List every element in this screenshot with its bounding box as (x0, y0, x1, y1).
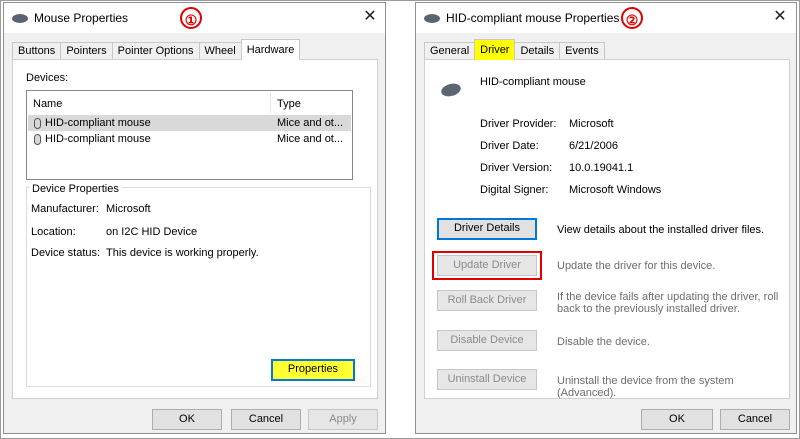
version-value: 10.0.19041.1 (569, 162, 634, 174)
title-bar: HID-compliant mouse Properties ② ✕ (416, 3, 796, 33)
update-driver-button[interactable]: Update Driver (437, 255, 537, 276)
tab-driver[interactable]: Driver (474, 39, 516, 60)
uninstall-device-description: Uninstall the device from the system (Ad… (557, 375, 734, 399)
signer-label: Digital Signer: (480, 184, 549, 196)
device-name: HID-compliant mouse (45, 133, 151, 145)
tab-wheel[interactable]: Wheel (198, 42, 242, 60)
manufacturer-label: Manufacturer: (31, 203, 99, 215)
table-row[interactable]: HID-compliant mouse Mice and ot... (28, 131, 351, 147)
tab-pointers[interactable]: Pointers (60, 42, 113, 60)
column-divider (270, 93, 271, 113)
tab-strip: General Driver Details Events (424, 39, 605, 60)
hid-mouse-properties-dialog: HID-compliant mouse Properties ② ✕ Gener… (415, 2, 797, 434)
status-value: This device is working properly. (106, 247, 259, 259)
tab-pointer-options[interactable]: Pointer Options (111, 42, 200, 60)
cancel-button[interactable]: Cancel (720, 409, 790, 430)
title-bar: Mouse Properties ① ✕ (4, 3, 385, 33)
disable-device-button[interactable]: Disable Device (437, 330, 537, 351)
driver-details-button[interactable]: Driver Details (437, 218, 537, 240)
mouse-device-icon (34, 117, 41, 129)
window-title: HID-compliant mouse Properties (446, 11, 620, 25)
cancel-button[interactable]: Cancel (231, 409, 301, 430)
roll-back-description-line1: If the device fails after updating the d… (557, 291, 779, 303)
apply-button[interactable]: Apply (308, 409, 378, 430)
update-driver-description: Update the driver for this device. (557, 260, 716, 272)
devices-list[interactable]: Name Type HID-compliant mouse Mice and o… (26, 90, 353, 180)
step-badge: ① (180, 7, 202, 29)
column-header-name[interactable]: Name (33, 98, 62, 110)
signer-value: Microsoft Windows (569, 184, 662, 196)
roll-back-driver-button[interactable]: Roll Back Driver (437, 290, 537, 311)
provider-value: Microsoft (569, 118, 614, 130)
devices-label: Devices: (26, 72, 69, 84)
location-value: on I2C HID Device (106, 226, 198, 238)
ok-button[interactable]: OK (152, 409, 222, 430)
mouse-icon (424, 14, 440, 23)
driver-panel: HID-compliant mouse Driver Provider: Mic… (424, 59, 790, 399)
tab-details[interactable]: Details (514, 42, 561, 60)
tab-general[interactable]: General (424, 42, 476, 60)
device-type: Mice and ot... (277, 133, 344, 145)
close-icon[interactable]: ✕ (362, 9, 378, 25)
mouse-icon (12, 14, 28, 23)
mouse-device-icon (34, 133, 41, 145)
date-value: 6/21/2006 (569, 140, 618, 152)
version-label: Driver Version: (480, 162, 553, 174)
provider-label: Driver Provider: (480, 118, 557, 130)
location-label: Location: (31, 226, 76, 238)
uninstall-device-button[interactable]: Uninstall Device (437, 369, 537, 390)
device-name: HID-compliant mouse (45, 117, 151, 129)
device-type: Mice and ot... (277, 117, 344, 129)
roll-back-description-line2: back to the previously installed driver. (557, 303, 740, 315)
column-header-type[interactable]: Type (277, 98, 301, 110)
group-heading: Device Properties (29, 183, 122, 195)
device-properties-group: Device Properties Manufacturer: Microsof… (26, 183, 371, 387)
manufacturer-value: Microsoft (106, 203, 151, 215)
table-row[interactable]: HID-compliant mouse Mice and ot... (28, 115, 351, 131)
mouse-device-icon (439, 81, 463, 99)
driver-details-description: View details about the installed driver … (557, 224, 765, 236)
date-label: Driver Date: (480, 140, 539, 152)
tab-events[interactable]: Events (559, 42, 605, 60)
close-icon[interactable]: ✕ (772, 9, 788, 25)
tab-buttons[interactable]: Buttons (12, 42, 62, 60)
hardware-panel: Devices: Name Type HID-compliant mouse M… (12, 59, 378, 399)
mouse-properties-dialog: Mouse Properties ① ✕ Buttons Pointers Po… (3, 2, 386, 434)
step-badge: ② (621, 7, 643, 29)
tab-strip: Buttons Pointers Pointer Options Wheel H… (12, 39, 301, 60)
device-name: HID-compliant mouse (480, 76, 586, 88)
disable-device-description: Disable the device. (557, 336, 650, 348)
window-title: Mouse Properties (34, 11, 129, 25)
tab-hardware[interactable]: Hardware (240, 39, 301, 60)
properties-button[interactable]: Properties (271, 359, 355, 381)
ok-button[interactable]: OK (641, 409, 713, 430)
status-label: Device status: (31, 247, 101, 259)
